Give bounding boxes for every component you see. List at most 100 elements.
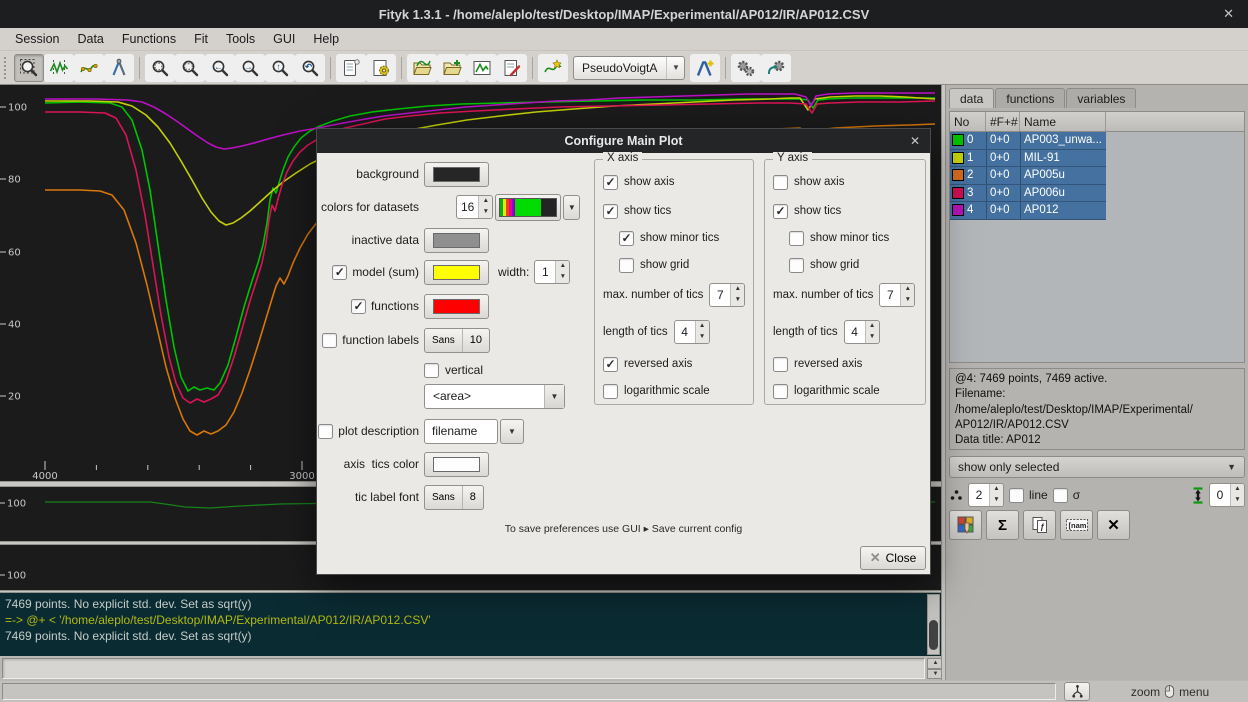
inactive-data-color-button[interactable] — [424, 228, 489, 253]
dataset-row[interactable]: 00+0AP003_unwa... — [950, 132, 1106, 150]
y-axis-spinner[interactable]: 7▲▼ — [879, 283, 915, 307]
column-header-no[interactable]: No — [950, 112, 986, 131]
model-width-spinner[interactable]: 1▲▼ — [534, 260, 570, 284]
menu-functions[interactable]: Functions — [113, 29, 185, 49]
vertical-checkbox[interactable] — [424, 363, 439, 378]
rename-dataset-button[interactable]: [nam — [1060, 510, 1093, 540]
functions-checkbox[interactable] — [351, 299, 366, 314]
dataset-palette-button[interactable] — [495, 194, 561, 221]
script-editor-button[interactable] — [366, 54, 396, 82]
x-axis-label: reversed axis — [624, 358, 692, 370]
menu-data[interactable]: Data — [68, 29, 112, 49]
x-axis-checkbox[interactable] — [603, 384, 618, 399]
function-labels-checkbox[interactable] — [322, 333, 337, 348]
point-size-spinner[interactable]: 2▲▼ — [968, 483, 1004, 507]
menu-session[interactable]: Session — [6, 29, 68, 49]
undo-fit-button[interactable] — [761, 54, 791, 82]
background-color-button[interactable] — [424, 162, 489, 187]
run-fit-button[interactable] — [731, 54, 761, 82]
zoom-select-button[interactable] — [175, 54, 205, 82]
y-axis-spinner[interactable]: 4▲▼ — [844, 320, 880, 344]
plot-description-checkbox[interactable] — [318, 424, 333, 439]
dataset-number: 1 — [967, 152, 973, 164]
function-labels-font-button[interactable]: Sans10 — [424, 328, 490, 353]
dataset-colors-button[interactable] — [949, 510, 982, 540]
dataset-row[interactable]: 10+0MIL-91 — [950, 150, 1106, 168]
delete-dataset-button[interactable]: ✕ — [1097, 510, 1130, 540]
model-checkbox[interactable] — [332, 265, 347, 280]
sidebar-tab-variables[interactable]: variables — [1066, 88, 1136, 108]
menu-fit[interactable]: Fit — [185, 29, 217, 49]
command-input[interactable] — [2, 658, 925, 679]
zoom-up-button[interactable]: ↑ — [265, 54, 295, 82]
shift-spinner[interactable]: 0▲▼ — [1209, 483, 1245, 507]
zoom-right-button[interactable]: → — [235, 54, 265, 82]
toolbar-grip[interactable] — [4, 57, 10, 79]
description-value: filename — [432, 424, 477, 438]
dataset-row[interactable]: 20+0AP005u — [950, 167, 1106, 185]
export-image-button[interactable] — [467, 54, 497, 82]
x-axis-checkbox[interactable] — [619, 258, 634, 273]
zoom-all-button[interactable] — [145, 54, 175, 82]
console-scrollbar[interactable] — [927, 594, 940, 655]
column-header-ff[interactable]: #F+# — [986, 112, 1020, 131]
description-dropdown-button[interactable]: ▼ — [500, 419, 524, 444]
line-checkbox[interactable] — [1009, 488, 1024, 503]
y-axis-checkbox[interactable] — [789, 258, 804, 273]
statusbar-config-button[interactable] — [1064, 682, 1090, 701]
x-axis-spinner[interactable]: 4▲▼ — [674, 320, 710, 344]
console-scrollbar-thumb[interactable] — [929, 620, 938, 650]
save-session-button[interactable] — [497, 54, 527, 82]
label-format-combobox[interactable]: <area> ▼ — [424, 384, 565, 409]
sigma-checkbox[interactable] — [1053, 488, 1068, 503]
peak-type-combobox[interactable]: PseudoVoigtA▼ — [573, 56, 685, 80]
auto-add-button[interactable] — [538, 54, 568, 82]
y-axis-checkbox[interactable] — [773, 204, 788, 219]
add-peak-button[interactable] — [690, 54, 720, 82]
x-axis-checkbox[interactable] — [619, 231, 634, 246]
filter-dropdown[interactable]: show only selected ▼ — [949, 456, 1245, 478]
x-axis-spinner[interactable]: 7▲▼ — [709, 283, 745, 307]
model-color-button[interactable] — [424, 260, 489, 285]
zoom-left-button[interactable]: ← — [205, 54, 235, 82]
add-peak-mode-button[interactable] — [104, 54, 134, 82]
dataset-colors-count-spinner[interactable]: 16▲▼ — [456, 195, 493, 219]
menu-tools[interactable]: Tools — [217, 29, 264, 49]
dialog-titlebar[interactable]: Configure Main Plot ✕ — [317, 129, 930, 153]
tic-font-button[interactable]: Sans8 — [424, 485, 484, 510]
x-axis-checkbox[interactable] — [603, 357, 618, 372]
dataset-row[interactable]: 30+0AP006u — [950, 185, 1106, 203]
menu-gui[interactable]: GUI — [264, 29, 304, 49]
baseline-mode-button[interactable] — [74, 54, 104, 82]
y-axis-checkbox[interactable] — [789, 231, 804, 246]
tics-color-button[interactable] — [424, 452, 489, 477]
zoom-undo-button[interactable]: ↶ — [295, 54, 325, 82]
column-header-name[interactable]: Name — [1020, 112, 1106, 131]
dataset-palette-dropdown[interactable]: ▼ — [563, 195, 580, 220]
window-close-button[interactable]: ✕ — [1223, 6, 1234, 22]
console-lines: 7469 points. No explicit std. dev. Set a… — [5, 596, 923, 644]
menu-help[interactable]: Help — [304, 29, 348, 49]
svg-text:80: 80 — [8, 175, 21, 186]
dialog-close-icon[interactable]: ✕ — [910, 134, 920, 148]
zoom-rect-mode-button[interactable] — [14, 54, 44, 82]
sum-datasets-button[interactable]: Σ — [986, 510, 1019, 540]
load-data-button[interactable] — [407, 54, 437, 82]
y-axis-checkbox[interactable] — [773, 384, 788, 399]
sidebar-tab-data[interactable]: data — [949, 88, 994, 108]
sidebar-tab-functions[interactable]: functions — [995, 88, 1065, 108]
y-axis-checkbox[interactable] — [773, 175, 788, 190]
output-console[interactable]: 7469 points. No explicit std. dev. Set a… — [0, 593, 941, 656]
dialog-close-button[interactable]: ✕ Close — [860, 546, 926, 570]
dataset-row[interactable]: 40+0AP012 — [950, 202, 1106, 220]
range-mode-button[interactable] — [44, 54, 74, 82]
description-combobox[interactable]: filename — [424, 419, 498, 444]
functions-color-button[interactable] — [424, 294, 489, 319]
x-axis-checkbox[interactable] — [603, 204, 618, 219]
log-viewer-button[interactable] — [336, 54, 366, 82]
duplicate-dataset-button[interactable]: ƒ — [1023, 510, 1056, 540]
y-axis-checkbox[interactable] — [773, 357, 788, 372]
x-axis-checkbox[interactable] — [603, 175, 618, 190]
append-data-button[interactable] — [437, 54, 467, 82]
inactive-data-label: inactive data — [325, 233, 419, 247]
